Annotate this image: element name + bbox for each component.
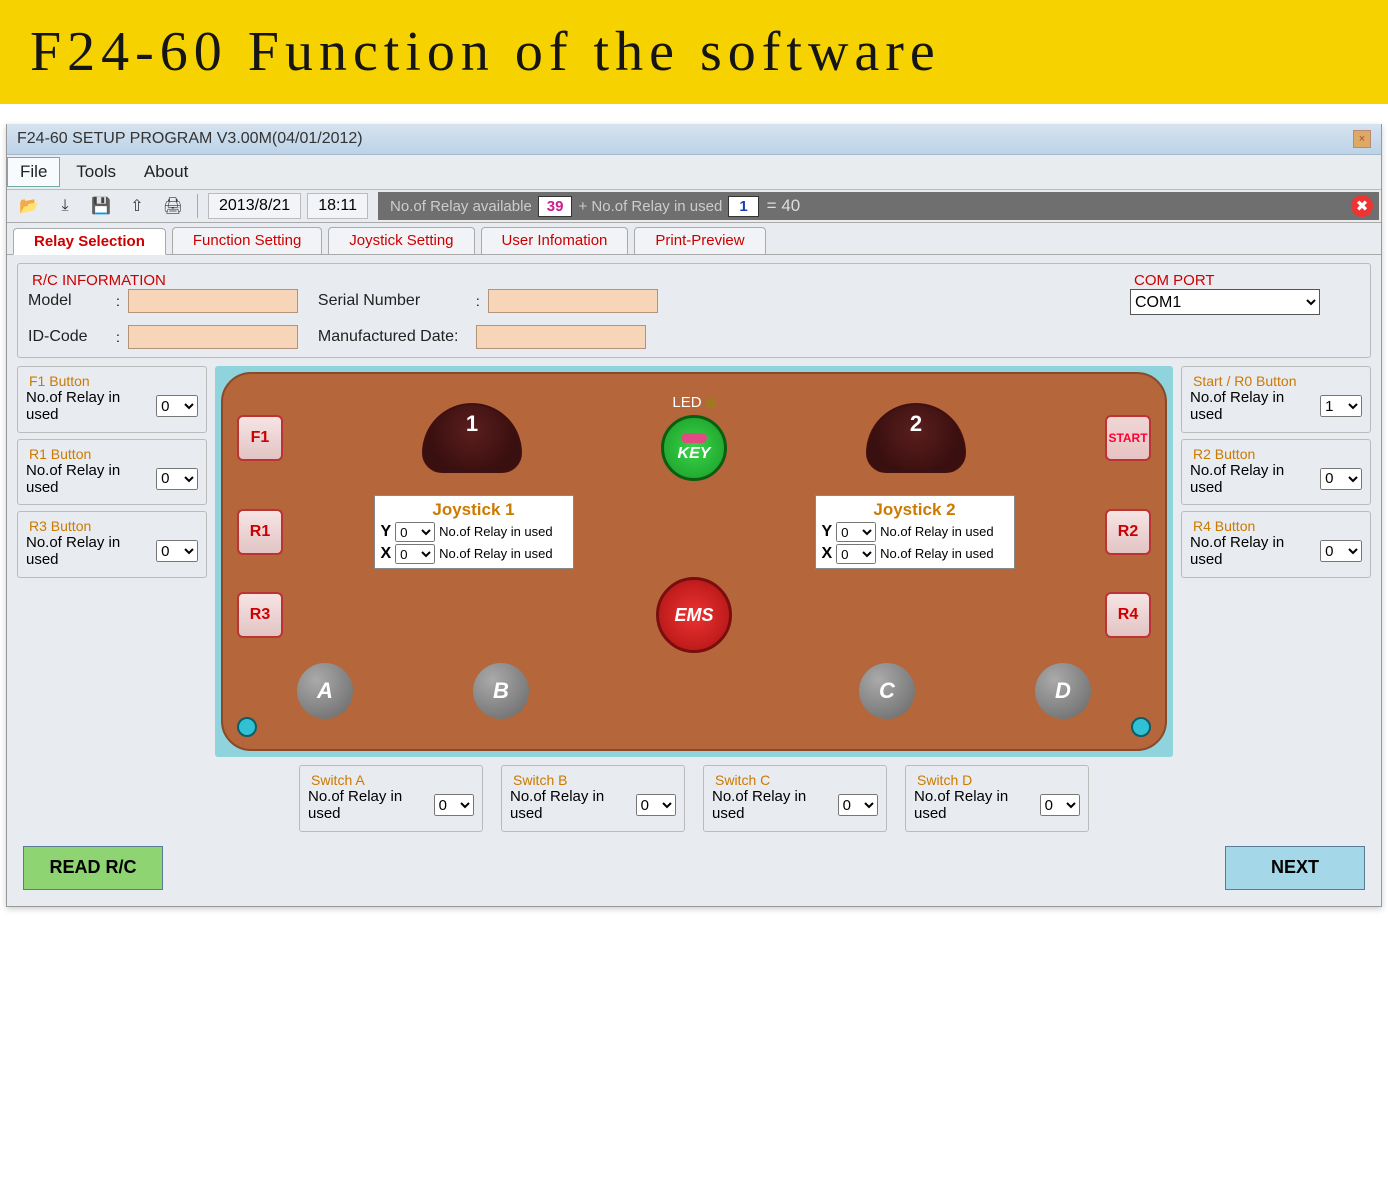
open-icon[interactable]: 📂 — [15, 194, 43, 218]
comport-legend: COM PORT — [1130, 272, 1219, 289]
model-input[interactable] — [128, 289, 298, 313]
page-header: F24-60 Function of the software — [0, 0, 1388, 104]
switch-c-select[interactable]: 0 — [838, 794, 878, 816]
relay-used-label: + No.of Relay in used — [572, 196, 728, 217]
r3-button[interactable]: R3 — [237, 592, 283, 638]
print-icon[interactable]: 🖨 — [159, 194, 187, 218]
r3-relay-select[interactable]: 0 — [156, 540, 198, 562]
stop-icon[interactable]: ✖ — [1351, 195, 1373, 217]
start-box: Start / R0 Button No.of Relay in used 1 — [1181, 366, 1371, 433]
download-icon[interactable]: ⤓ — [51, 194, 79, 218]
r2-box: R2 Button No.of Relay in used 0 — [1181, 439, 1371, 506]
rc-info-legend: R/C INFORMATION — [28, 272, 170, 289]
window-titlebar: F24-60 SETUP PROGRAM V3.00M(04/01/2012) … — [7, 124, 1381, 155]
next-button[interactable]: NEXT — [1225, 846, 1365, 890]
menu-file[interactable]: File — [7, 157, 60, 187]
start-button[interactable]: START — [1105, 415, 1151, 461]
led-icon — [706, 398, 716, 408]
save-icon[interactable]: 💾 — [87, 194, 115, 218]
switch-a-knob[interactable]: A — [297, 663, 353, 719]
joy1-x-select[interactable]: 0 — [395, 544, 435, 564]
serial-label: Serial Number — [318, 292, 468, 310]
close-icon[interactable]: × — [1353, 130, 1371, 148]
menu-tools[interactable]: Tools — [64, 158, 128, 186]
f1-relay-select[interactable]: 0 — [156, 395, 198, 417]
tab-relay-selection[interactable]: Relay Selection — [13, 228, 166, 255]
toolbar: 📂 ⤓ 💾 ⇧ 🖨 2013/8/21 18:11 No.of Relay av… — [7, 190, 1381, 223]
r2-button[interactable]: R2 — [1105, 509, 1151, 555]
tab-print-preview[interactable]: Print-Preview — [634, 227, 765, 254]
switch-d-box: Switch D No.of Relay in used 0 — [905, 765, 1089, 832]
panel-body: R/C INFORMATION Model: Serial Number: I — [7, 255, 1381, 906]
menu-about[interactable]: About — [132, 158, 200, 186]
key-switch[interactable]: KEY — [661, 415, 727, 481]
page-title: F24-60 Function of the software — [30, 20, 1358, 84]
switch-b-select[interactable]: 0 — [636, 794, 676, 816]
device-panel: F1 1 LED KEY 2 START R1 Joystick 1 — [215, 366, 1173, 757]
r1-button[interactable]: R1 — [237, 509, 283, 555]
toolbar-date: 2013/8/21 — [208, 193, 301, 219]
comport-select[interactable]: COM1 — [1130, 289, 1320, 315]
switch-b-box: Switch B No.of Relay in used 0 — [501, 765, 685, 832]
mfg-input[interactable] — [476, 325, 646, 349]
tab-user-information[interactable]: User Infomation — [481, 227, 629, 254]
relay-available-label: No.of Relay available — [384, 196, 538, 217]
app-window: F24-60 SETUP PROGRAM V3.00M(04/01/2012) … — [6, 124, 1382, 907]
start-relay-select[interactable]: 1 — [1320, 395, 1362, 417]
r3-box: R3 Button No.of Relay in used 0 — [17, 511, 207, 578]
window-title: F24-60 SETUP PROGRAM V3.00M(04/01/2012) — [17, 130, 363, 148]
joystick-2-panel: Joystick 2 Y 0 No.of Relay in used X 0 N… — [815, 495, 1015, 569]
switch-d-select[interactable]: 0 — [1040, 794, 1080, 816]
f1-button[interactable]: F1 — [237, 415, 283, 461]
r1-relay-select[interactable]: 0 — [156, 468, 198, 490]
idcode-input[interactable] — [128, 325, 298, 349]
ems-button[interactable]: EMS — [656, 577, 732, 653]
joystick-2-knob[interactable]: 2 — [866, 403, 966, 473]
r4-relay-select[interactable]: 0 — [1320, 540, 1362, 562]
switch-a-select[interactable]: 0 — [434, 794, 474, 816]
relay-used-value: 1 — [728, 196, 758, 217]
mfg-label: Manufactured Date: — [318, 328, 468, 346]
joy1-y-select[interactable]: 0 — [395, 522, 435, 542]
right-column: Start / R0 Button No.of Relay in used 1 … — [1181, 366, 1371, 578]
tab-bar: Relay Selection Function Setting Joystic… — [7, 223, 1381, 255]
led-label: LED — [672, 394, 715, 411]
menubar: File Tools About — [7, 155, 1381, 190]
model-label: Model — [28, 292, 108, 310]
r4-button[interactable]: R4 — [1105, 592, 1151, 638]
tab-joystick-setting[interactable]: Joystick Setting — [328, 227, 474, 254]
joy2-x-select[interactable]: 0 — [836, 544, 876, 564]
relay-total: = 40 — [759, 196, 809, 216]
toolbar-time: 18:11 — [307, 193, 368, 219]
switch-row: Switch A No.of Relay in used 0 Switch B … — [17, 765, 1371, 832]
read-rc-button[interactable]: READ R/C — [23, 846, 163, 890]
idcode-label: ID-Code — [28, 328, 108, 346]
switch-d-knob[interactable]: D — [1035, 663, 1091, 719]
action-row: READ R/C NEXT — [17, 846, 1371, 890]
joystick-1-knob[interactable]: 1 — [422, 403, 522, 473]
tab-function-setting[interactable]: Function Setting — [172, 227, 322, 254]
relay-strip: No.of Relay available 39 + No.of Relay i… — [378, 192, 1379, 220]
r4-box: R4 Button No.of Relay in used 0 — [1181, 511, 1371, 578]
switch-b-knob[interactable]: B — [473, 663, 529, 719]
r1-box: R1 Button No.of Relay in used 0 — [17, 439, 207, 506]
f1-box: F1 Button No.of Relay in used 0 — [17, 366, 207, 433]
serial-input[interactable] — [488, 289, 658, 313]
switch-a-box: Switch A No.of Relay in used 0 — [299, 765, 483, 832]
left-column: F1 Button No.of Relay in used 0 R1 Butto… — [17, 366, 207, 578]
r2-relay-select[interactable]: 0 — [1320, 468, 1362, 490]
joy2-y-select[interactable]: 0 — [836, 522, 876, 542]
joystick-1-panel: Joystick 1 Y 0 No.of Relay in used X 0 N… — [374, 495, 574, 569]
rc-info-box: R/C INFORMATION Model: Serial Number: I — [17, 263, 1371, 358]
relay-available-value: 39 — [538, 196, 573, 217]
switch-c-box: Switch C No.of Relay in used 0 — [703, 765, 887, 832]
switch-c-knob[interactable]: C — [859, 663, 915, 719]
upload-icon[interactable]: ⇧ — [123, 194, 151, 218]
